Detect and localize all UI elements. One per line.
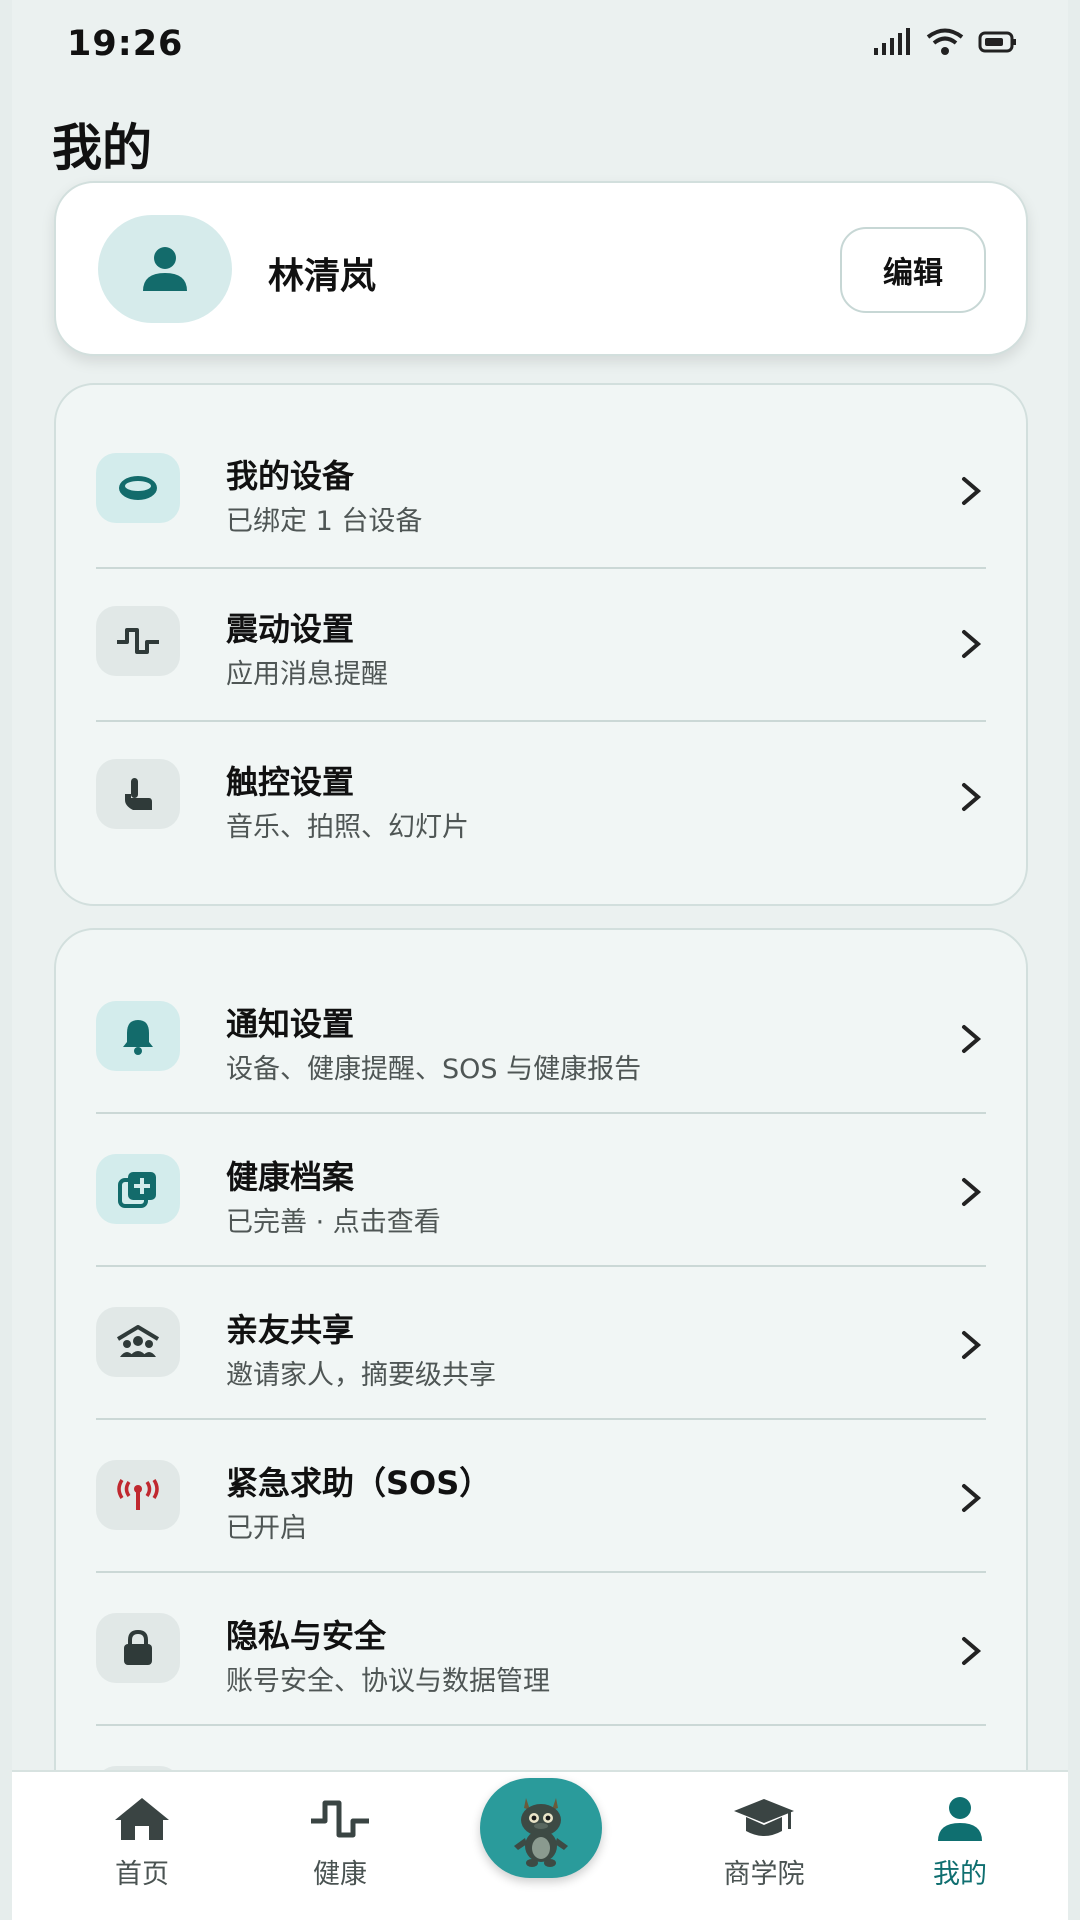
- divider: [96, 1571, 986, 1573]
- tab-icon-wrap: [309, 1794, 371, 1844]
- chevron-right-icon: [962, 630, 982, 658]
- menu-item-family-sharing[interactable]: 亲友共享 邀请家人，摘要级共享: [96, 1269, 986, 1421]
- chevron-right-icon: [962, 1025, 982, 1053]
- menu-item-subtitle: 邀请家人，摘要级共享: [226, 1360, 496, 1391]
- profile-name: 林清岚: [268, 256, 377, 297]
- menu-item-title: 隐私与安全: [226, 1617, 387, 1655]
- menu-icon-box: [96, 759, 180, 829]
- status-icons: [872, 28, 1018, 56]
- menu-icon-box: [96, 606, 180, 676]
- chevron-right-icon: [962, 1178, 982, 1206]
- menu-icon-box: [96, 1307, 180, 1377]
- graduation-cap-icon: [734, 1799, 794, 1836]
- tab-mine[interactable]: 我的: [880, 1772, 1040, 1920]
- page-title: 我的: [52, 119, 152, 177]
- menu-item-title: 亲友共享: [226, 1311, 355, 1349]
- menu-item-title: 我的设备: [226, 457, 355, 495]
- medical-record-icon: [118, 1172, 156, 1208]
- menu-item-subtitle: 已完善 · 点击查看: [226, 1207, 441, 1238]
- screen: 19:26 我的 林清岚 编辑 我的设备 已绑定 1 台设备 震动设置 应用消息…: [12, 0, 1068, 1920]
- menu-icon-box: [96, 453, 180, 523]
- ring-icon: [119, 476, 157, 500]
- menu-item-touch-settings[interactable]: 触控设置 音乐、拍照、幻灯片: [96, 721, 986, 873]
- person-icon: [938, 1797, 982, 1841]
- chevron-right-icon: [962, 1331, 982, 1359]
- divider: [96, 1724, 986, 1726]
- tab-health[interactable]: 健康: [260, 1772, 420, 1920]
- status-time: 19:26: [67, 24, 184, 64]
- tab-label: 我的: [933, 1859, 987, 1890]
- divider: [96, 1265, 986, 1267]
- signal-icon: [874, 28, 910, 55]
- menu-icon-box: [96, 1154, 180, 1224]
- status-bar: 19:26: [12, 0, 1068, 88]
- menu-item-subtitle: 已开启: [226, 1513, 307, 1544]
- tab-home[interactable]: 首页: [62, 1772, 222, 1920]
- menu-item-health-records[interactable]: 健康档案 已完善 · 点击查看: [96, 1116, 986, 1268]
- tab-label: 健康: [313, 1859, 367, 1890]
- edit-profile-button[interactable]: 编辑: [840, 227, 986, 313]
- lock-icon: [124, 1629, 152, 1665]
- menu-item-subtitle: 账号安全、协议与数据管理: [226, 1666, 550, 1697]
- tab-icon-wrap: [113, 1794, 171, 1844]
- menu-icon-box: [96, 1460, 180, 1530]
- sos-antenna-icon: [117, 1479, 159, 1510]
- device-settings-card: 我的设备 已绑定 1 台设备 震动设置 应用消息提醒 触控设置 音乐、拍照、幻灯…: [54, 383, 1028, 906]
- family-home-icon: [116, 1325, 160, 1357]
- menu-item-title: 通知设置: [226, 1005, 355, 1043]
- avatar[interactable]: [98, 215, 232, 323]
- home-icon: [115, 1798, 169, 1840]
- dragon-mascot-icon: [514, 1798, 568, 1867]
- menu-icon-box: [96, 1613, 180, 1683]
- profile-card[interactable]: 林清岚 编辑: [54, 181, 1028, 356]
- menu-item-privacy-security[interactable]: 隐私与安全 账号安全、协议与数据管理: [96, 1575, 986, 1727]
- chevron-right-icon: [962, 1484, 982, 1512]
- menu-item-subtitle: 设备、健康提醒、SOS 与健康报告: [226, 1054, 642, 1085]
- menu-item-my-devices[interactable]: 我的设备 已绑定 1 台设备: [96, 415, 986, 567]
- menu-item-vibration-settings[interactable]: 震动设置 应用消息提醒: [96, 568, 986, 720]
- menu-item-title: 紧急求助（SOS）: [226, 1464, 492, 1502]
- chevron-right-icon: [962, 1637, 982, 1665]
- pulse-icon: [117, 628, 159, 654]
- divider: [96, 1418, 986, 1420]
- bell-icon: [123, 1020, 153, 1055]
- person-icon: [143, 247, 187, 291]
- tab-icon-wrap: [732, 1794, 796, 1844]
- menu-item-title: 触控设置: [226, 763, 355, 801]
- wifi-icon: [926, 28, 964, 55]
- tab-business-school[interactable]: 商学院: [684, 1772, 844, 1920]
- chevron-right-icon: [962, 477, 982, 505]
- menu-item-subtitle: 音乐、拍照、幻灯片: [226, 812, 469, 843]
- touch-hand-icon: [125, 778, 152, 810]
- chevron-right-icon: [962, 783, 982, 811]
- menu-item-title: 震动设置: [226, 610, 355, 648]
- battery-icon: [978, 31, 1016, 53]
- tab-label: 首页: [115, 1859, 169, 1890]
- menu-icon-box: [96, 1001, 180, 1071]
- menu-item-sos[interactable]: 紧急求助（SOS） 已开启: [96, 1422, 986, 1574]
- menu-item-title: 健康档案: [226, 1158, 355, 1196]
- mascot-center-button[interactable]: [480, 1778, 602, 1878]
- divider: [96, 1112, 986, 1114]
- pulse-icon: [311, 1800, 369, 1838]
- tab-icon-wrap: [935, 1794, 985, 1844]
- tab-label: 商学院: [723, 1859, 805, 1890]
- menu-item-notification-settings[interactable]: 通知设置 设备、健康提醒、SOS 与健康报告: [96, 963, 986, 1115]
- menu-item-subtitle: 应用消息提醒: [226, 659, 388, 690]
- menu-item-subtitle: 已绑定 1 台设备: [226, 506, 423, 537]
